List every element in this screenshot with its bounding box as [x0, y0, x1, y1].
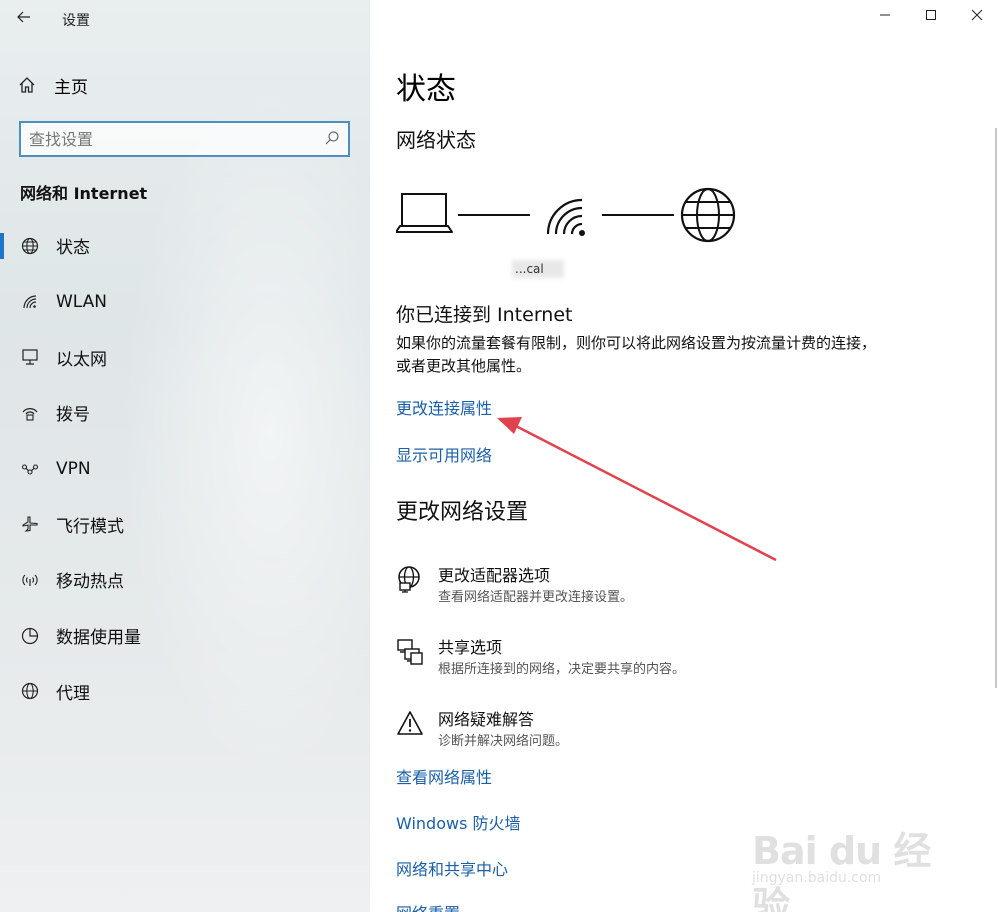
- sidebar-item-vpn[interactable]: VPN: [0, 441, 370, 497]
- search-input[interactable]: [29, 128, 309, 150]
- sidebar-nav: 状态 WLAN 以太网 拨号 VPN 飞行模式 移动热点 数据使用量 代理: [0, 218, 370, 719]
- sidebar-item-proxy[interactable]: 代理: [0, 664, 370, 720]
- view-network-properties-link[interactable]: 查看网络属性: [396, 764, 492, 788]
- minimize-icon: [880, 14, 890, 16]
- sidebar-item-wlan[interactable]: WLAN: [0, 274, 370, 330]
- laptop-icon: [396, 193, 453, 233]
- minimize-button[interactable]: [862, 0, 908, 30]
- maximize-icon: [926, 10, 936, 20]
- section-title: 网络和 Internet: [20, 184, 148, 203]
- option-title: 共享选项: [438, 638, 503, 657]
- globe-icon: [20, 236, 40, 256]
- page-title: 状态: [396, 72, 456, 107]
- sidebar-item-label: VPN: [56, 458, 91, 479]
- network-status-heading: 网络状态: [396, 128, 476, 152]
- baidu-watermark: Bai du 经验 jingyan.baidu.com: [742, 810, 942, 912]
- windows-firewall-link[interactable]: Windows 防火墙: [396, 810, 521, 834]
- dialup-icon: [20, 403, 40, 423]
- watermark-url: jingyan.baidu.com: [752, 870, 882, 886]
- option-title: 更改适配器选项: [438, 566, 551, 585]
- network-sharing-center-link[interactable]: 网络和共享中心: [396, 856, 508, 880]
- sidebar-item-airplane-mode[interactable]: 飞行模式: [0, 496, 370, 552]
- change-connection-properties-link[interactable]: 更改连接属性: [396, 395, 492, 419]
- sidebar-item-label: 以太网: [56, 349, 107, 370]
- sidebar-item-label: 拨号: [56, 405, 90, 426]
- search-icon: [325, 131, 339, 145]
- home-icon: [19, 77, 35, 93]
- network-reset-link[interactable]: 网络重置: [396, 900, 460, 912]
- option-title: 网络疑难解答: [438, 710, 535, 729]
- wifi-signal-icon: [546, 198, 585, 236]
- internet-globe-icon: [680, 187, 736, 243]
- wifi-icon: [20, 292, 40, 312]
- sidebar: 设置 主页 网络和 Internet 状态 WLAN: [0, 0, 370, 912]
- proxy-globe-icon: [20, 681, 40, 701]
- main-content: 状态 网络状态 ...cal 你已连接到 Internet 如果你的流量套餐有限…: [370, 0, 1000, 912]
- sidebar-item-ethernet[interactable]: 以太网: [0, 329, 370, 385]
- connection-description: 如果你的流量套餐有限制，则你可以将此网络设置为按流量计费的连接，或者更改其他属性…: [396, 334, 877, 375]
- ethernet-icon: [20, 347, 40, 367]
- network-troubleshooter[interactable]: 网络疑难解答 诊断并解决网络问题。: [396, 710, 956, 762]
- window-controls: [862, 0, 1000, 32]
- sidebar-item-label: 代理: [56, 683, 90, 704]
- hotspot-icon: [20, 570, 40, 590]
- close-button[interactable]: [954, 0, 1000, 30]
- sidebar-item-data-usage[interactable]: 数据使用量: [0, 608, 370, 664]
- title-bar: 设置: [0, 0, 370, 36]
- data-usage-icon: [20, 626, 40, 646]
- connection-status: 你已连接到 Internet: [396, 304, 573, 326]
- app-title: 设置: [62, 13, 90, 29]
- sidebar-item-label: 状态: [56, 238, 90, 259]
- scrollbar[interactable]: [995, 128, 997, 688]
- sharing-icon: [397, 639, 423, 665]
- airplane-icon: [20, 514, 40, 534]
- sidebar-item-label: 飞行模式: [56, 516, 124, 537]
- sharing-options[interactable]: 共享选项 根据所连接到的网络，决定要共享的内容。: [396, 638, 956, 690]
- show-available-networks-link[interactable]: 显示可用网络: [396, 442, 492, 466]
- back-arrow-icon: [17, 11, 30, 23]
- option-subtitle: 诊断并解决网络问题。: [438, 734, 569, 749]
- network-diagram: [396, 187, 736, 243]
- sidebar-item-label: 移动热点: [56, 572, 124, 593]
- maximize-button[interactable]: [908, 0, 954, 30]
- change-adapter-options[interactable]: 更改适配器选项 查看网络适配器并更改连接设置。: [396, 566, 956, 618]
- home-nav-item[interactable]: 主页: [18, 72, 88, 98]
- option-subtitle: 查看网络适配器并更改连接设置。: [438, 590, 634, 605]
- adapter-icon: [398, 566, 420, 593]
- sidebar-item-mobile-hotspot[interactable]: 移动热点: [0, 552, 370, 608]
- close-icon: [971, 9, 983, 21]
- option-subtitle: 根据所连接到的网络，决定要共享的内容。: [438, 662, 686, 677]
- warning-icon: [397, 711, 423, 735]
- sidebar-item-status[interactable]: 状态: [0, 218, 370, 274]
- vpn-icon: [20, 459, 40, 479]
- sidebar-item-label: WLAN: [56, 291, 108, 312]
- network-name: ...cal: [515, 262, 544, 276]
- change-network-settings-heading: 更改网络设置: [396, 500, 529, 525]
- sidebar-item-dialup[interactable]: 拨号: [0, 385, 370, 441]
- sidebar-item-label: 数据使用量: [56, 628, 141, 649]
- home-label: 主页: [54, 77, 88, 98]
- back-button[interactable]: [10, 4, 38, 30]
- watermark-brand: Bai du 经验: [752, 829, 931, 912]
- search-box[interactable]: [19, 121, 350, 157]
